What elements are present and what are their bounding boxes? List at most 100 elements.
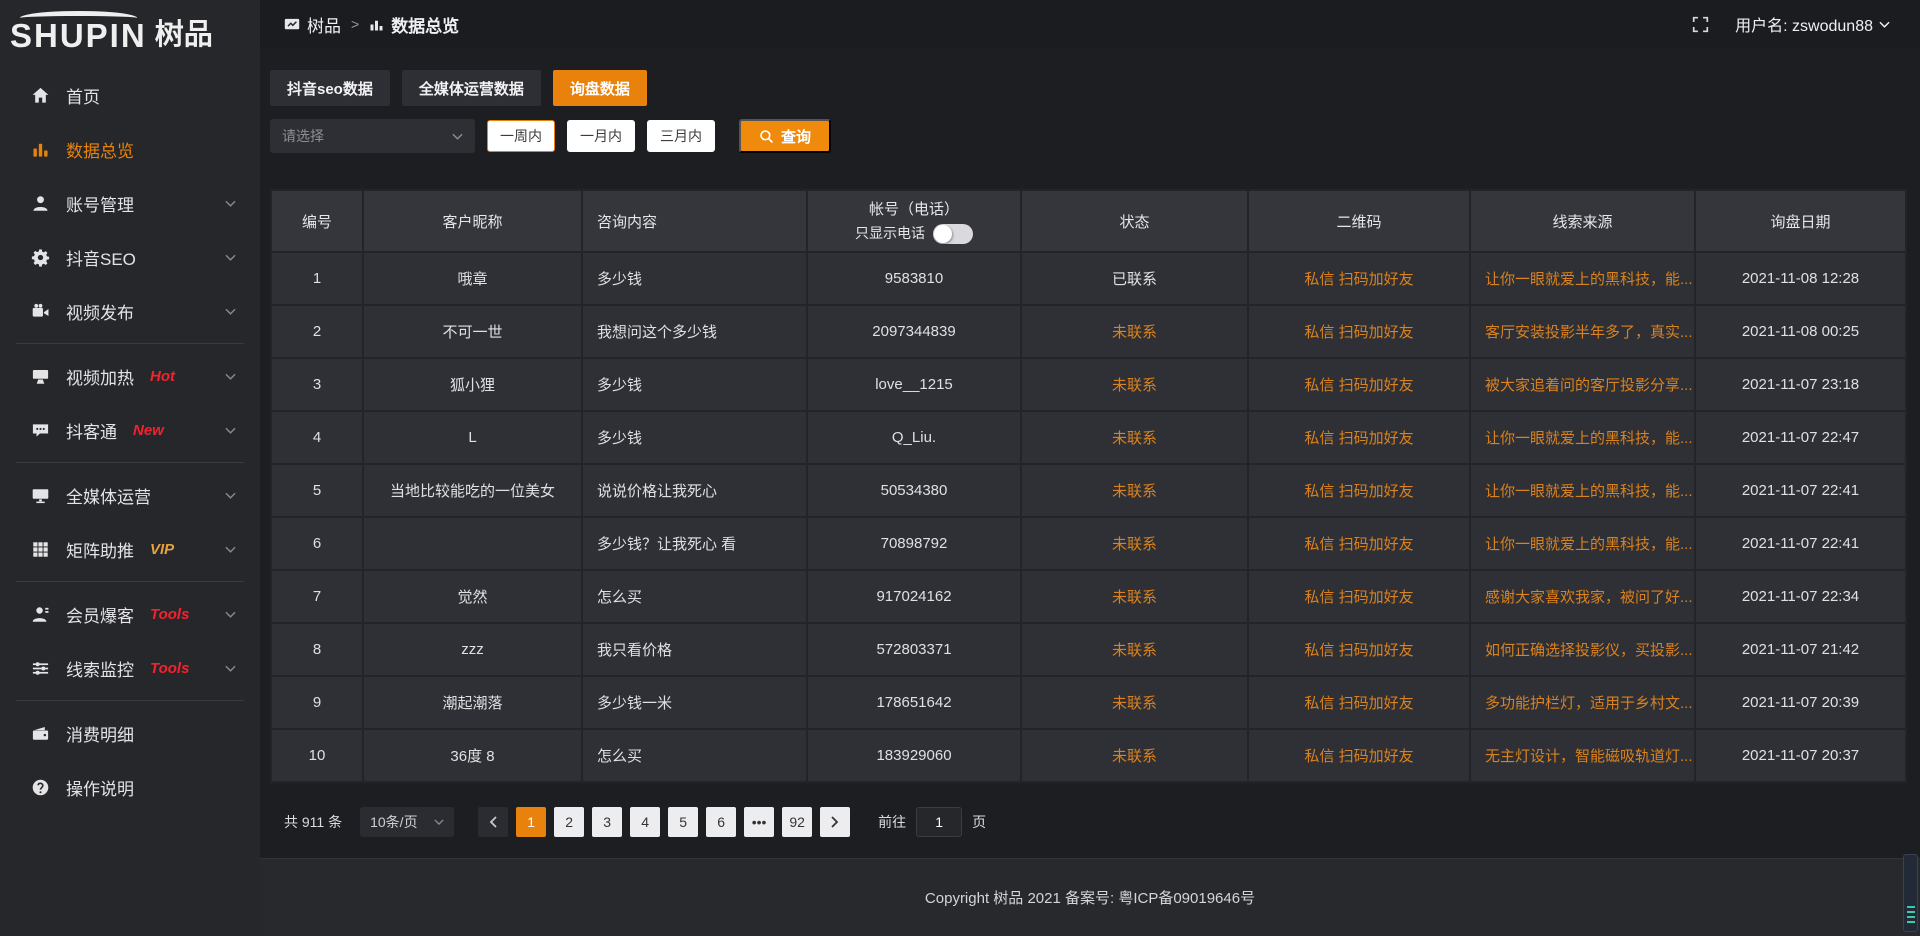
cell-source-link[interactable]: 感谢大家喜欢我家，被问了好...	[1470, 570, 1695, 623]
table-row: 8zzz我只看价格572803371未联系私信 扫码加好友如何正确选择投影仪，买…	[271, 623, 1906, 676]
cell-source-link[interactable]: 让你一眼就爱上的黑科技，能...	[1470, 464, 1695, 517]
page-button-5[interactable]: 5	[668, 807, 698, 837]
cell-qrcode-link[interactable]: 私信 扫码加好友	[1248, 358, 1470, 411]
tab-1[interactable]: 全媒体运营数据	[402, 70, 541, 106]
cell-source-link[interactable]: 多功能护栏灯，适用于乡村文...	[1470, 676, 1695, 729]
cell-account: 178651642	[807, 676, 1021, 729]
cell-status: 未联系	[1021, 623, 1248, 676]
sidebar-item-9[interactable]: 会员爆客Tools	[0, 587, 260, 641]
sidebar-item-1[interactable]: 数据总览	[0, 122, 260, 176]
tab-label: 全媒体运营数据	[419, 78, 524, 99]
page-button-4[interactable]: 4	[630, 807, 660, 837]
sidebar-item-4[interactable]: 视频发布	[0, 284, 260, 338]
cell-source-link[interactable]: 让你一眼就爱上的黑科技，能...	[1470, 517, 1695, 570]
sidebar-item-6[interactable]: 抖客通New	[0, 403, 260, 457]
cell-nickname	[363, 517, 582, 570]
wallet-icon	[30, 723, 50, 743]
range-button-label: 一周内	[500, 126, 542, 146]
cell-qrcode-link[interactable]: 私信 扫码加好友	[1248, 305, 1470, 358]
cell-content: 多少钱	[582, 411, 807, 464]
sidebar-item-2[interactable]: 账号管理	[0, 176, 260, 230]
cell-source-link[interactable]: 让你一眼就爱上的黑科技，能...	[1470, 252, 1695, 305]
sidebar-item-10[interactable]: 线索监控Tools	[0, 641, 260, 695]
cell-qrcode-link[interactable]: 私信 扫码加好友	[1248, 729, 1470, 782]
cell-source-link[interactable]: 客厅安装投影半年多了，真实...	[1470, 305, 1695, 358]
breadcrumb-item-home[interactable]: 树品	[284, 12, 341, 37]
page-button-92[interactable]: 92	[782, 807, 812, 837]
sidebar-item-0[interactable]: 首页	[0, 68, 260, 122]
range-button-2[interactable]: 三月内	[647, 120, 715, 152]
sidebar-item-5[interactable]: 视频加热Hot	[0, 349, 260, 403]
page-button-6[interactable]: 6	[706, 807, 736, 837]
table-row: 7觉然怎么买917024162未联系私信 扫码加好友感谢大家喜欢我家，被问了好.…	[271, 570, 1906, 623]
sidebar-item-11[interactable]: 消费明细	[0, 706, 260, 760]
cell-qrcode-link[interactable]: 私信 扫码加好友	[1248, 252, 1470, 305]
cell-qrcode-link[interactable]: 私信 扫码加好友	[1248, 464, 1470, 517]
cell-status: 未联系	[1021, 305, 1248, 358]
sidebar: SHUPIN 树品 首页数据总览账号管理抖音SEO 视频发布视频加热Hot抖客通N…	[0, 0, 260, 936]
search-button[interactable]: 查询	[739, 119, 831, 153]
cell-qrcode-link[interactable]: 私信 扫码加好友	[1248, 676, 1470, 729]
cell-status: 未联系	[1021, 729, 1248, 782]
page-size-select[interactable]: 10条/页	[360, 807, 454, 837]
range-button-0[interactable]: 一周内	[487, 120, 555, 152]
cell-qrcode-link[interactable]: 私信 扫码加好友	[1248, 623, 1470, 676]
chevron-down-icon	[225, 200, 236, 207]
page-button-2[interactable]: 2	[554, 807, 584, 837]
floating-chat-widget[interactable]	[1903, 854, 1918, 932]
user-menu[interactable]: 用户名: zswodun88	[1735, 12, 1890, 36]
breadcrumb-item-current[interactable]: 数据总览	[369, 12, 459, 37]
cell-qrcode-link[interactable]: 私信 扫码加好友	[1248, 411, 1470, 464]
page-ellipsis-button[interactable]: •••	[744, 807, 774, 837]
goto-page-input[interactable]	[916, 807, 962, 837]
fullscreen-icon[interactable]	[1692, 16, 1709, 33]
cell-source-link[interactable]: 无主灯设计，智能磁吸轨道灯...	[1470, 729, 1695, 782]
col-header-nickname: 客户昵称	[363, 190, 582, 252]
range-button-1[interactable]: 一月内	[567, 120, 635, 152]
cell-account: 183929060	[807, 729, 1021, 782]
table-row: 1036度 8怎么买183929060未联系私信 扫码加好友无主灯设计，智能磁吸…	[271, 729, 1906, 782]
filter-select[interactable]: 请选择	[270, 119, 475, 153]
tab-label: 询盘数据	[570, 78, 630, 99]
sidebar-item-badge: Hot	[150, 368, 175, 385]
sidebar-item-3[interactable]: 抖音SEO	[0, 230, 260, 284]
sidebar-item-label: 账号管理	[66, 191, 134, 216]
page-button-1[interactable]: 1	[516, 807, 546, 837]
cell-no: 7	[271, 570, 363, 623]
sidebar-item-label: 首页	[66, 83, 100, 108]
cell-account: 50534380	[807, 464, 1021, 517]
prev-page-button[interactable]	[478, 807, 508, 837]
sidebar-item-label: 线索监控	[66, 656, 134, 681]
tab-0[interactable]: 抖音seo数据	[270, 70, 390, 106]
sidebar-item-7[interactable]: 全媒体运营	[0, 468, 260, 522]
col-header-content: 咨询内容	[582, 190, 807, 252]
logo-arc-decoration	[20, 11, 137, 25]
next-page-button[interactable]	[820, 807, 850, 837]
app-logo[interactable]: SHUPIN 树品	[0, 0, 260, 56]
cell-source-link[interactable]: 被大家追着问的客厅投影分享...	[1470, 358, 1695, 411]
col-header-account-title: 帐号（电话）	[808, 199, 1020, 220]
sidebar-nav: 首页数据总览账号管理抖音SEO 视频发布视频加热Hot抖客通New 全媒体运营矩阵助…	[0, 56, 260, 814]
sidebar-item-12[interactable]: 操作说明	[0, 760, 260, 814]
board-chart-icon	[284, 17, 300, 32]
screen-icon	[30, 366, 50, 386]
chevron-down-icon	[225, 308, 236, 315]
page-buttons: 123456 ••• 92	[508, 807, 812, 837]
cell-qrcode-link[interactable]: 私信 扫码加好友	[1248, 570, 1470, 623]
pagination: 共 911 条 10条/页 123456•••92 前往 页	[270, 807, 1905, 837]
cell-source-link[interactable]: 如何正确选择投影仪，买投影...	[1470, 623, 1695, 676]
cell-qrcode-link[interactable]: 私信 扫码加好友	[1248, 517, 1470, 570]
cell-source-link[interactable]: 让你一眼就爱上的黑科技，能...	[1470, 411, 1695, 464]
sidebar-item-label: 抖音SEO	[66, 245, 136, 270]
phone-only-toggle[interactable]	[933, 224, 973, 244]
cell-content: 怎么买	[582, 570, 807, 623]
page-button-3[interactable]: 3	[592, 807, 622, 837]
cell-date: 2021-11-08 00:25	[1695, 305, 1906, 358]
cell-content: 多少钱	[582, 252, 807, 305]
sidebar-item-8[interactable]: 矩阵助推VIP	[0, 522, 260, 576]
sidebar-divider	[16, 700, 244, 701]
tab-label: 抖音seo数据	[287, 78, 373, 99]
tab-2[interactable]: 询盘数据	[553, 70, 647, 106]
grid-icon	[30, 539, 50, 559]
cell-nickname: 觉然	[363, 570, 582, 623]
